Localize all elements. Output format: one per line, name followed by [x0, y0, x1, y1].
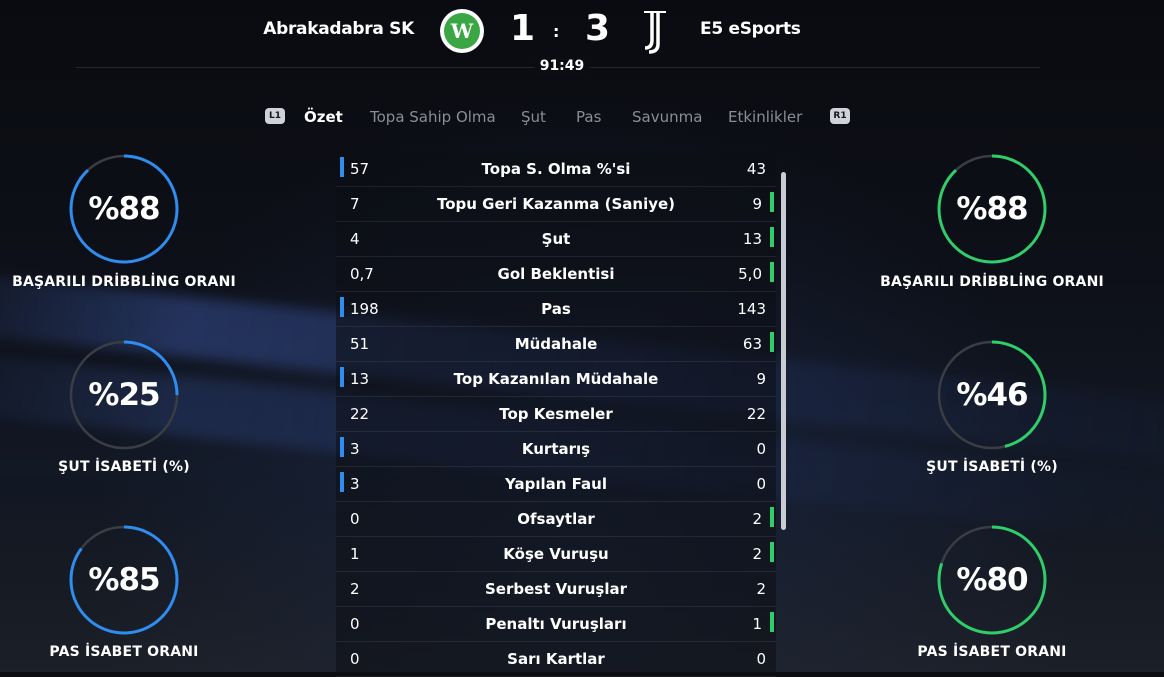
home-ring-label-1: BAŞARILI DRİBBLİNG ORANI	[12, 274, 236, 290]
stat-away-value: 22	[746, 405, 766, 423]
score-separator: :	[553, 22, 560, 41]
stat-name: Pas	[541, 300, 571, 318]
away-ring-label-1: BAŞARILI DRİBBLİNG ORANI	[880, 274, 1104, 290]
stat-name: Müdahale	[514, 335, 598, 353]
home-ring-2: %25	[68, 339, 180, 451]
stat-row: 3 Yapılan Faul 0	[336, 467, 776, 502]
stat-name: Top Kazanılan Müdahale	[453, 370, 659, 388]
tab-pas[interactable]: Pas	[576, 108, 601, 126]
away-score: 3	[585, 8, 611, 49]
stat-away-value: 0	[756, 440, 766, 458]
stat-name: Gol Beklentisi	[497, 265, 615, 283]
stat-row: 1 Köşe Vuruşu 2	[336, 537, 776, 572]
away-ring-value-2: %46	[956, 377, 1028, 413]
stats-scrollbar[interactable]	[781, 172, 786, 530]
stat-row: 7 Topu Geri Kazanma (Saniye) 9	[336, 187, 776, 222]
stat-name: Şut	[541, 230, 571, 248]
stat-name: Top Kesmeler	[499, 405, 613, 423]
match-clock: 91:49	[534, 58, 590, 74]
stat-row: 22 Top Kesmeler 22	[336, 397, 776, 432]
stat-away-value: 143	[737, 300, 766, 318]
stat-name: Kurtarış	[521, 440, 591, 458]
stats-tab-bar: L1 Özet Topa Sahip Olma Şut Pas Savunma …	[0, 106, 1164, 130]
stat-name: Ofsaytlar	[517, 510, 595, 528]
stat-name: Topa S. Olma %'si	[481, 160, 631, 178]
home-score: 1	[510, 8, 536, 49]
stat-name: Yapılan Faul	[505, 475, 607, 493]
stat-row: 4 Şut 13	[336, 222, 776, 257]
tab-topa-sahip-olma[interactable]: Topa Sahip Olma	[370, 108, 496, 126]
away-ring-value-1: %88	[956, 191, 1028, 227]
home-team-logo: W	[440, 9, 484, 53]
home-ring-value-3: %85	[88, 562, 160, 598]
stat-away-value: 1	[752, 615, 762, 633]
away-ring-3: %80	[936, 524, 1048, 636]
stat-row: 2 Serbest Vuruşlar 2	[336, 572, 776, 607]
tab-savunma[interactable]: Savunma	[632, 108, 702, 126]
tab-prev-button[interactable]: L1	[265, 108, 285, 124]
scoreboard-header: Abrakadabra SK W 1 : 3 E5 eSports 91:49	[0, 0, 1164, 90]
stat-row: 51 Müdahale 63	[336, 327, 776, 362]
stat-away-value: 0	[756, 475, 766, 493]
stats-table: 57 Topa S. Olma %'si 43 7 Topu Geri Kazanma …	[336, 152, 776, 677]
away-ring-value-3: %80	[956, 562, 1028, 598]
tab-sut[interactable]: Şut	[521, 108, 546, 126]
stat-row: 0 Ofsaytlar 2	[336, 502, 776, 537]
away-ring-label-2: ŞUT İSABETİ (%)	[926, 459, 1058, 475]
stat-name: Serbest Vuruşlar	[484, 580, 628, 598]
away-ring-label-3: PAS İSABET ORANI	[917, 644, 1067, 660]
stat-row: 57 Topa S. Olma %'si 43	[336, 152, 776, 187]
stat-away-value: 5,0	[738, 265, 762, 283]
away-ring-1: %88	[936, 153, 1048, 265]
home-ring-value-1: %88	[88, 191, 160, 227]
home-ring-value-2: %25	[88, 377, 160, 413]
stat-away-value: 2	[752, 545, 762, 563]
stat-name: Köşe Vuruşu	[503, 545, 609, 563]
stat-away-value: 43	[746, 160, 766, 178]
stat-away-value: 2	[752, 510, 762, 528]
home-team-name: Abrakadabra SK	[263, 19, 414, 39]
stat-name: Penaltı Vuruşları	[485, 615, 627, 633]
home-logo-letter: W	[444, 13, 480, 49]
home-ring-1: %88	[68, 153, 180, 265]
stat-row: 198 Pas 143	[336, 292, 776, 327]
tab-next-button[interactable]: R1	[830, 108, 850, 124]
stat-away-value: 0	[756, 650, 766, 668]
home-ring-label-2: ŞUT İSABETİ (%)	[58, 459, 190, 475]
stat-name: Topu Geri Kazanma (Saniye)	[436, 195, 676, 213]
stat-row: 13 Top Kazanılan Müdahale 9	[336, 362, 776, 397]
stat-row: 0 Penaltı Vuruşları 1	[336, 607, 776, 642]
stat-away-value: 2	[756, 580, 766, 598]
home-ring-3: %85	[68, 524, 180, 636]
stat-away-value: 63	[742, 335, 762, 353]
stat-away-value: 13	[742, 230, 762, 248]
away-team-logo	[644, 11, 666, 54]
stat-name: Sarı Kartlar	[507, 650, 605, 668]
tab-etkinlikler[interactable]: Etkinlikler	[728, 108, 802, 126]
stat-row: 0,7 Gol Beklentisi 5,0	[336, 257, 776, 292]
stat-away-value: 9	[752, 195, 762, 213]
stat-away-value: 9	[756, 370, 766, 388]
tab-ozet[interactable]: Özet	[304, 108, 343, 126]
stat-row: 3 Kurtarış 0	[336, 432, 776, 467]
home-ring-label-3: PAS İSABET ORANI	[49, 644, 199, 660]
away-ring-2: %46	[936, 339, 1048, 451]
away-team-name: E5 eSports	[700, 19, 801, 39]
